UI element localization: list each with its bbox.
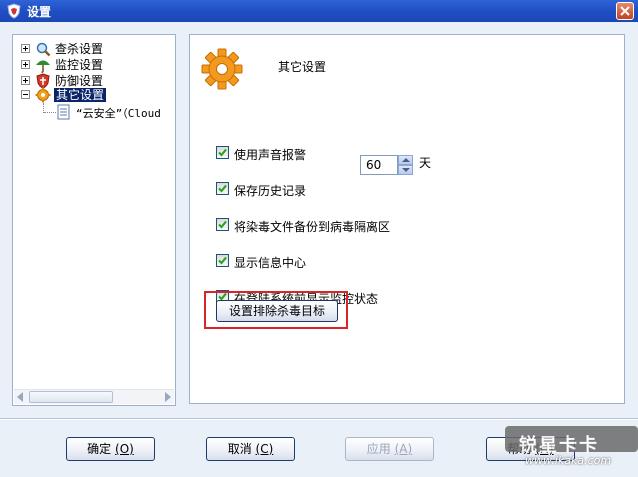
close-icon bbox=[620, 6, 630, 16]
dialog-client-area: 查杀设置 监控设置 防御设置 其它设置 “云安全”（Cloud 其它设置 使用声… bbox=[0, 22, 638, 477]
button-accelerator: (A) bbox=[394, 442, 413, 456]
show-info-center-checkbox[interactable] bbox=[216, 254, 229, 267]
tree-item-label: 其它设置 bbox=[54, 88, 107, 102]
history-days-input[interactable]: 60 bbox=[360, 155, 398, 175]
expand-icon[interactable] bbox=[21, 76, 30, 85]
tree-item-label: 防御设置 bbox=[55, 74, 104, 88]
backup-infected-checkbox[interactable] bbox=[216, 218, 229, 231]
settings-tree: 查杀设置 监控设置 防御设置 其它设置 “云安全”（Cloud bbox=[12, 34, 176, 406]
horizontal-scrollbar[interactable] bbox=[14, 389, 174, 404]
history-days-unit: 天 bbox=[419, 156, 432, 170]
checkmark-icon bbox=[218, 220, 227, 229]
tree-item-label: 监控设置 bbox=[55, 58, 104, 72]
button-accelerator: (C) bbox=[255, 442, 274, 456]
arrow-down-icon bbox=[402, 168, 410, 172]
expand-icon[interactable] bbox=[21, 44, 30, 53]
scroll-left-icon[interactable] bbox=[17, 392, 23, 402]
tree-connector bbox=[44, 112, 56, 113]
magnifier-icon bbox=[36, 42, 51, 57]
tree-item-label: 查杀设置 bbox=[55, 42, 104, 56]
apply-button[interactable]: 应用 (A) bbox=[345, 437, 434, 461]
app-shield-icon bbox=[7, 3, 21, 19]
watermark-url: www.ikaka.com bbox=[525, 454, 612, 467]
button-label: 取消 bbox=[227, 442, 252, 456]
save-history-checkbox[interactable] bbox=[216, 182, 229, 195]
site-watermark: 锐星卡卡 www.ikaka.com bbox=[505, 422, 638, 472]
button-accelerator: (O) bbox=[115, 442, 134, 456]
cancel-button[interactable]: 取消 (C) bbox=[206, 437, 295, 461]
document-icon bbox=[57, 104, 70, 120]
umbrella-icon bbox=[36, 60, 50, 73]
watermark-banner: 锐星卡卡 bbox=[505, 426, 638, 456]
close-button[interactable] bbox=[616, 2, 634, 20]
other-settings-panel: 其它设置 使用声音报警 保存历史记录 60 天 将染毒文件备份到病毒隔离区 显示… bbox=[189, 34, 625, 404]
set-scan-exclusions-button[interactable]: 设置排除杀毒目标 bbox=[216, 300, 338, 322]
tree-item-label: “云安全”（Cloud bbox=[76, 107, 161, 120]
window-title: 设置 bbox=[27, 5, 52, 19]
option-label: 保存历史记录 bbox=[234, 184, 307, 198]
history-days-stepper[interactable] bbox=[398, 155, 413, 175]
checkmark-icon bbox=[218, 256, 227, 265]
checkmark-icon bbox=[218, 148, 227, 157]
stepper-down-button[interactable] bbox=[398, 165, 413, 175]
button-label: 应用 bbox=[366, 442, 391, 456]
gear-icon bbox=[35, 87, 51, 103]
gear-icon bbox=[201, 48, 243, 90]
ok-button[interactable]: 确定 (O) bbox=[66, 437, 155, 461]
option-label: 使用声音报警 bbox=[234, 148, 307, 162]
footer-divider bbox=[0, 418, 638, 420]
stepper-up-button[interactable] bbox=[398, 155, 413, 165]
scroll-thumb[interactable] bbox=[29, 391, 113, 403]
option-label: 显示信息中心 bbox=[234, 256, 307, 270]
arrow-up-icon bbox=[402, 158, 410, 162]
sound-alarm-checkbox[interactable] bbox=[216, 146, 229, 159]
checkmark-icon bbox=[218, 184, 227, 193]
option-label: 将染毒文件备份到病毒隔离区 bbox=[234, 220, 391, 234]
expand-icon[interactable] bbox=[21, 60, 30, 69]
scroll-right-icon[interactable] bbox=[165, 392, 171, 402]
title-bar: 设置 bbox=[0, 0, 638, 22]
button-label: 确定 bbox=[87, 442, 112, 456]
highlight-frame: 设置排除杀毒目标 bbox=[204, 291, 348, 329]
collapse-icon[interactable] bbox=[21, 90, 30, 99]
section-title: 其它设置 bbox=[278, 60, 327, 74]
